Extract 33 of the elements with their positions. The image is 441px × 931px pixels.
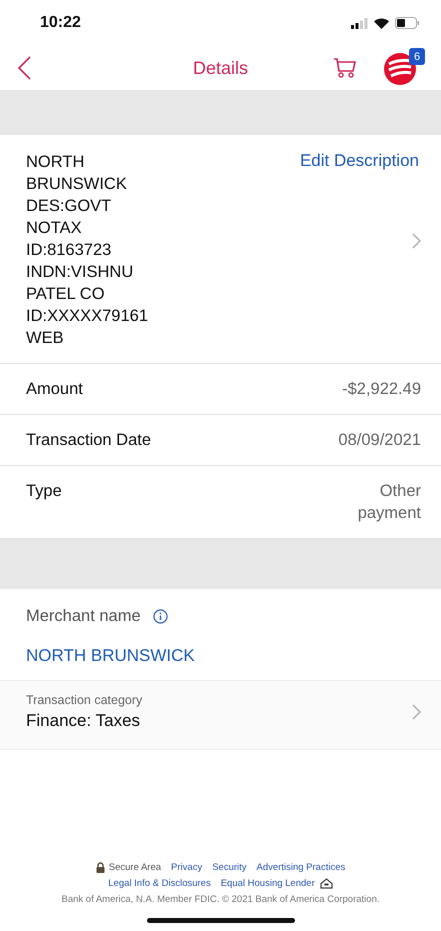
footer-link[interactable]: Legal Info & Disclosures xyxy=(108,878,211,889)
detail-value: Other payment xyxy=(356,481,421,524)
merchant-label: Merchant name xyxy=(26,607,141,626)
signal-icon xyxy=(351,18,368,28)
back-button[interactable] xyxy=(18,56,31,80)
detail-label: Transaction Date xyxy=(26,430,152,451)
category-row[interactable]: Transaction category Finance: Taxes xyxy=(0,680,441,750)
footer-link[interactable]: Security xyxy=(212,862,247,873)
category-label: Transaction category xyxy=(26,693,142,707)
merchant-name: NORTH BRUNSWICK xyxy=(25,645,196,667)
info-icon[interactable] xyxy=(152,609,168,624)
page-title: Details xyxy=(192,58,248,78)
house-icon xyxy=(320,878,333,889)
cart-button[interactable] xyxy=(333,57,357,79)
notification-badge: 6 xyxy=(409,48,425,65)
detail-value: -$2,922.49 xyxy=(341,379,421,400)
footer-link[interactable]: Equal Housing Lender xyxy=(220,878,315,889)
edit-description-link[interactable]: Edit Description xyxy=(300,151,419,171)
lock-icon xyxy=(96,862,105,873)
copyright-text: Bank of America, N.A. Member FDIC. © 2021 Bank of America Corporation. xyxy=(62,894,380,905)
transaction-description: NORTH BRUNSWICK DES:GOVT NOTAX ID:8163723 INDN:VISHNU PATEL CO ID:XXXXX79161 WEB xyxy=(26,152,149,349)
status-time: 10:22 xyxy=(40,14,81,32)
chevron-right-icon xyxy=(412,704,421,720)
wifi-icon xyxy=(374,18,389,28)
footer-link[interactable]: Advertising Practices xyxy=(256,862,346,873)
detail-value: 08/09/2021 xyxy=(337,430,421,451)
battery-icon xyxy=(395,17,419,29)
footer-link[interactable]: Privacy xyxy=(171,862,202,873)
detail-label: Amount xyxy=(26,379,83,400)
detail-label: Type xyxy=(26,481,62,502)
secure-area-label: Secure Area xyxy=(108,862,162,873)
category-value: Finance: Taxes xyxy=(26,711,142,731)
chevron-right-icon xyxy=(412,233,421,249)
